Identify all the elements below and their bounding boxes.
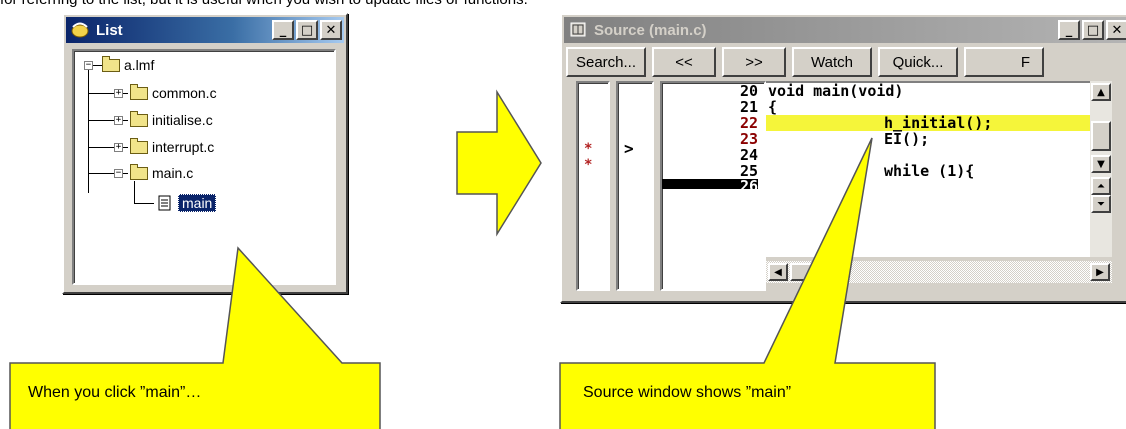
callout-left-text: When you click ”main”… xyxy=(28,384,202,401)
callout-right-text: Source window shows ”main” xyxy=(583,384,792,401)
callout-left xyxy=(9,137,936,429)
